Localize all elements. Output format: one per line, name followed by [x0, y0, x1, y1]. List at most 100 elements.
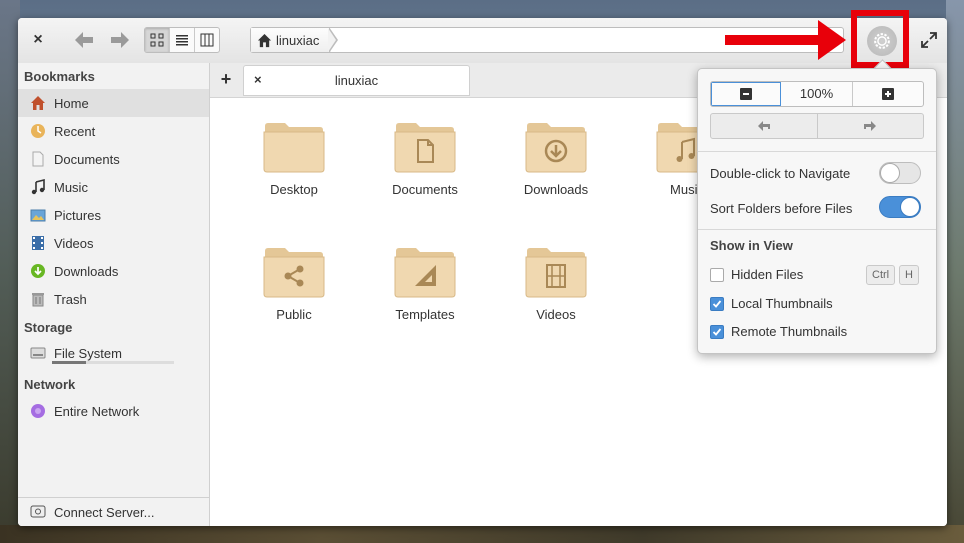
icon-view-button[interactable]: [145, 28, 170, 52]
remote-thumbnails-checkbox[interactable]: [710, 324, 724, 339]
folder-label: Desktop: [270, 182, 318, 197]
sidebar-item-recent[interactable]: Recent: [18, 117, 209, 145]
double-click-navigate-label: Double-click to Navigate: [710, 166, 851, 181]
hidden-files-label: Hidden Files: [731, 267, 804, 282]
undo-icon: [757, 121, 770, 131]
sidebar-item-label: File System: [54, 345, 122, 361]
sidebar-item-pictures[interactable]: Pictures: [18, 201, 209, 229]
sidebar-item-label: Downloads: [54, 263, 119, 279]
local-thumbnails-option[interactable]: Local Thumbnails: [710, 296, 833, 311]
storage-usage-fill: [52, 361, 87, 364]
sidebar-heading-bookmarks: Bookmarks: [24, 69, 95, 84]
close-window-button[interactable]: ×: [28, 30, 48, 50]
folder-templates[interactable]: Templates: [375, 245, 475, 345]
sidebar-heading-storage: Storage: [24, 320, 73, 335]
hidden-files-option[interactable]: Hidden Files: [710, 267, 803, 282]
checkmark-icon: [712, 299, 722, 308]
videos-icon: [30, 235, 46, 251]
folder-public-icon: [263, 248, 325, 298]
zoom-level: 100%: [781, 82, 854, 106]
folder-desktop[interactable]: Desktop: [244, 120, 344, 220]
hidden-files-checkbox[interactable]: [710, 267, 724, 282]
forward-button[interactable]: [108, 29, 132, 51]
sidebar-item-label: Music: [54, 179, 88, 195]
folder-downloads-icon: [525, 123, 587, 173]
wallpaper-bottom: [0, 525, 964, 543]
remote-thumbnails-option[interactable]: Remote Thumbnails: [710, 324, 847, 339]
sidebar-item-documents[interactable]: Documents: [18, 145, 209, 173]
list-view-button[interactable]: [170, 28, 195, 52]
sidebar-item-home[interactable]: Home: [18, 89, 209, 117]
folder-public[interactable]: Public: [244, 245, 344, 345]
arrow-right-icon: [111, 32, 129, 48]
home-icon: [257, 33, 272, 47]
zoom-out-button[interactable]: [711, 82, 781, 106]
shortcut-key-h: H: [899, 265, 919, 285]
sidebar-item-label: Videos: [54, 235, 94, 251]
back-button[interactable]: [72, 29, 96, 51]
view-mode-switcher: [144, 27, 220, 53]
folder-label: Templates: [395, 307, 455, 322]
grid-icon: [150, 33, 164, 47]
music-icon: [30, 179, 46, 195]
arrow-left-icon: [75, 32, 93, 48]
redo-icon: [864, 121, 877, 131]
plus-icon: [882, 88, 895, 100]
column-view-button[interactable]: [195, 28, 219, 52]
list-icon: [176, 35, 188, 46]
undo-redo-controls: [710, 113, 924, 139]
maximize-icon: [921, 32, 937, 48]
folder-documents-icon: [394, 123, 456, 173]
sidebar-item-downloads[interactable]: Downloads: [18, 257, 209, 285]
popover-separator: [698, 229, 936, 230]
remote-thumbnails-label: Remote Thumbnails: [731, 324, 848, 339]
folder-label: Documents: [392, 182, 458, 197]
redo-button[interactable]: [818, 114, 924, 138]
show-in-view-heading: Show in View: [710, 238, 793, 253]
sidebar-item-entire-network[interactable]: Entire Network: [18, 397, 209, 425]
network-icon: [30, 403, 46, 419]
folder-templates-icon: [394, 248, 456, 298]
zoom-in-button[interactable]: [853, 82, 923, 106]
double-click-navigate-switch[interactable]: [879, 162, 921, 184]
tab-linuxiac[interactable]: × linuxiac: [243, 65, 470, 96]
new-tab-button[interactable]: +: [218, 69, 234, 89]
sidebar-item-label: Entire Network: [54, 403, 140, 419]
zoom-controls: 100%: [710, 81, 924, 107]
sidebar-item-label: Home: [54, 95, 89, 111]
local-thumbnails-checkbox[interactable]: [710, 296, 724, 311]
sidebar-item-label: Recent: [54, 123, 96, 139]
switch-knob: [880, 163, 900, 183]
server-icon: [30, 504, 46, 520]
folder-documents[interactable]: Documents: [375, 120, 475, 220]
folder-label: Videos: [536, 307, 576, 322]
sidebar-item-music[interactable]: Music: [18, 173, 209, 201]
minus-icon: [739, 88, 752, 100]
pictures-icon: [30, 207, 46, 223]
sort-folders-label: Sort Folders before Files: [710, 201, 853, 216]
recent-icon: [30, 123, 46, 139]
sidebar-item-trash[interactable]: Trash: [18, 285, 209, 313]
breadcrumb-home[interactable]: linuxiac: [251, 28, 332, 52]
undo-button[interactable]: [711, 114, 818, 138]
sort-folders-switch[interactable]: [879, 196, 921, 218]
folder-downloads[interactable]: Downloads: [506, 120, 606, 220]
drive-icon: [30, 345, 46, 361]
trash-icon: [30, 291, 46, 307]
wallpaper-right: [946, 0, 964, 543]
sidebar-heading-network: Network: [24, 377, 76, 392]
folder-videos[interactable]: Videos: [506, 245, 606, 345]
local-thumbnails-label: Local Thumbnails: [731, 296, 833, 311]
home-icon: [30, 95, 46, 111]
checkmark-icon: [712, 327, 722, 336]
connect-server-button[interactable]: Connect Server...: [18, 497, 209, 526]
folder-icon: [263, 123, 325, 173]
sidebar-item-label: Documents: [54, 151, 120, 167]
sidebar-item-videos[interactable]: Videos: [18, 229, 209, 257]
connect-server-label: Connect Server...: [54, 504, 155, 520]
popover-separator: [698, 151, 936, 152]
maximize-button[interactable]: [920, 31, 938, 49]
breadcrumb-separator-inner: [328, 28, 336, 52]
folder-label: Public: [276, 307, 312, 322]
folder-label: Downloads: [523, 182, 589, 197]
